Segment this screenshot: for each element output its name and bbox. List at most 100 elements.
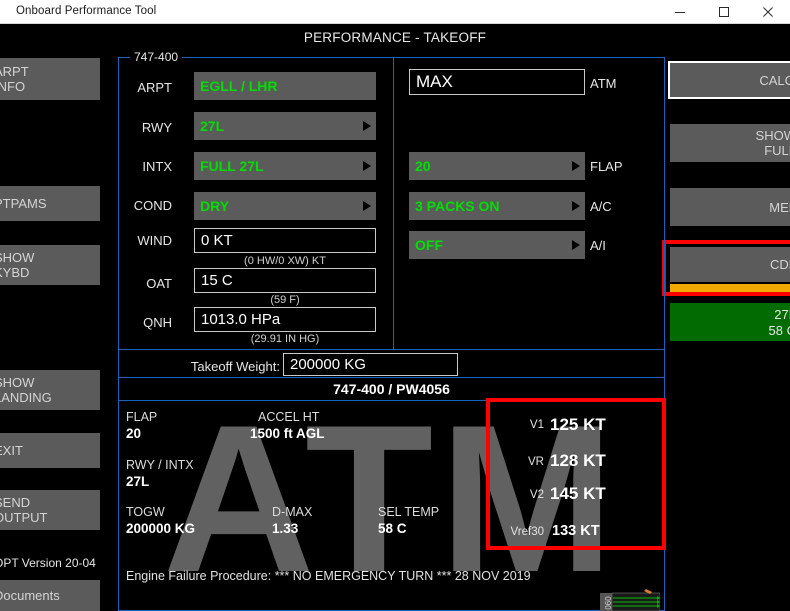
window-titlebar: Onboard Performance Tool xyxy=(0,0,790,24)
label-qnh: QNH xyxy=(143,315,172,330)
sidebar-item-arpt-info[interactable]: ARPT INFO xyxy=(0,58,100,100)
field-wind-sub: (0 HW/0 XW) KT xyxy=(244,255,326,267)
window-controls xyxy=(658,0,790,24)
field-oat-sub: (59 F) xyxy=(270,294,300,306)
sidebar-item-label: EXIT xyxy=(0,443,23,458)
field-oat[interactable]: 15 C xyxy=(194,268,376,293)
sidebar-item-label: LANDING xyxy=(0,390,52,405)
sidebar-item-label: CDL xyxy=(769,257,790,272)
field-wind-value: 0 KT xyxy=(201,232,233,249)
sidebar-item-show-landing[interactable]: SHOW LANDING xyxy=(0,370,100,410)
field-rwy[interactable]: 27L xyxy=(194,112,376,140)
status-line-runway: 27L xyxy=(774,307,790,322)
result-value-d-max: 1.33 xyxy=(272,521,299,536)
field-arpt[interactable]: EGLL / LHR xyxy=(194,72,376,100)
field-wind[interactable]: 0 KT xyxy=(194,228,376,253)
sidebar-item-label: Documents xyxy=(0,588,60,603)
vspeed-label-v2: V2 xyxy=(529,489,544,501)
result-value-rwy-intx: 27L xyxy=(126,474,150,489)
result-value-accel-ht: 1500 ft AGL xyxy=(250,426,325,441)
sidebar-item-exit[interactable]: EXIT xyxy=(0,433,100,468)
label-wind: WIND xyxy=(137,233,172,248)
field-qnh-value: 1013.0 HPa xyxy=(201,311,281,328)
vspeed-value-vr: 128 KT xyxy=(550,451,606,470)
results-title: 747-400 / PW4056 xyxy=(333,381,450,397)
aircraft-type-legend: 747-400 xyxy=(130,50,183,64)
cdl-status-bar xyxy=(670,284,790,292)
field-arpt-value: EGLL / LHR xyxy=(200,78,278,94)
chevron-right-icon[interactable] xyxy=(572,201,580,211)
sidebar-item-label: MEL xyxy=(769,199,790,215)
field-takeoff-weight[interactable]: 200000 KG xyxy=(283,353,458,376)
sidebar-item-cdl[interactable]: CDL xyxy=(670,247,790,282)
runway-diagram[interactable]: 060 xyxy=(600,589,661,611)
sidebar-item-label: PTPAMS xyxy=(0,196,47,211)
field-cond-value: DRY xyxy=(200,198,230,214)
sidebar-item-label: SHOW xyxy=(0,375,35,390)
label-oat: OAT xyxy=(146,276,172,291)
maximize-icon[interactable] xyxy=(702,0,746,24)
svg-text:060: 060 xyxy=(604,596,613,610)
result-caption-accel-ht: ACCEL HT xyxy=(258,410,320,424)
field-atm-value: MAX xyxy=(416,72,453,91)
label-rwy: RWY xyxy=(141,120,172,135)
runway-temp-status-box[interactable]: 27L 58 C xyxy=(670,303,790,341)
sidebar-item-show-kybd[interactable]: SHOW KYBD xyxy=(0,245,100,285)
label-takeoff-weight: Takeoff Weight: xyxy=(190,359,280,374)
app-window: Onboard Performance Tool PERFORMANCE - T… xyxy=(0,0,790,611)
page-title: PERFORMANCE - TAKEOFF xyxy=(303,29,487,45)
field-flap[interactable]: 20 xyxy=(409,152,585,180)
vspeed-label-vref30: Vref30 xyxy=(510,526,544,538)
field-intx[interactable]: FULL 27L xyxy=(194,152,376,180)
field-intx-value: FULL 27L xyxy=(200,158,264,174)
sidebar-item-label: CALC xyxy=(759,72,790,88)
vspeed-label-vr: VR xyxy=(528,456,544,468)
label-atm: ATM xyxy=(590,76,617,91)
chevron-right-icon[interactable] xyxy=(572,161,580,171)
vspeed-label-v1: V1 xyxy=(529,419,544,431)
sidebar-item-calc[interactable]: CALC xyxy=(668,61,790,99)
opt-version-label: OPT Version 20-04 xyxy=(0,556,96,570)
label-ac: A/C xyxy=(590,199,612,214)
vspeed-value-v1: 125 KT xyxy=(550,415,606,434)
sidebar-item-show-full[interactable]: SHOW FULL xyxy=(670,124,790,162)
sidebar-item-ptpams[interactable]: PTPAMS xyxy=(0,186,100,221)
close-icon[interactable] xyxy=(746,0,790,24)
chevron-right-icon[interactable] xyxy=(363,121,371,131)
field-atm[interactable]: MAX xyxy=(409,69,585,95)
result-caption-d-max: D-MAX xyxy=(272,505,313,519)
result-value-sel-temp: 58 C xyxy=(378,521,407,536)
field-cond[interactable]: DRY xyxy=(194,192,376,220)
sidebar-item-label: SHOW xyxy=(0,250,35,265)
sidebar-item-documents[interactable]: Documents xyxy=(0,580,100,611)
field-ac[interactable]: 3 PACKS ON xyxy=(409,192,585,220)
sidebar-item-label: OUTPUT xyxy=(0,510,48,525)
result-value-togw: 200000 KG xyxy=(126,521,196,536)
result-caption-flap: FLAP xyxy=(126,410,158,424)
label-flap: FLAP xyxy=(590,159,623,174)
sidebar-item-mel[interactable]: MEL xyxy=(670,188,790,226)
label-ai: A/I xyxy=(590,238,606,253)
sidebar-item-label: SEND xyxy=(0,495,31,510)
minimize-icon[interactable] xyxy=(658,0,702,24)
result-caption-sel-temp: SEL TEMP xyxy=(378,505,440,519)
panel-vertical-divider xyxy=(393,57,394,350)
field-qnh-sub: (29.91 IN HG) xyxy=(250,333,320,345)
sidebar-item-label: SHOW xyxy=(755,128,790,143)
chevron-right-icon[interactable] xyxy=(363,201,371,211)
label-intx: INTX xyxy=(142,159,172,174)
field-ac-value: 3 PACKS ON xyxy=(415,198,500,214)
sidebar-item-label: KYBD xyxy=(0,265,30,280)
vspeed-value-v2: 145 KT xyxy=(550,484,606,503)
sidebar-item-send-output[interactable]: SEND OUTPUT xyxy=(0,490,100,530)
label-arpt: ARPT xyxy=(137,80,172,95)
vspeed-value-vref30: 133 KT xyxy=(552,523,600,539)
chevron-right-icon[interactable] xyxy=(572,240,580,250)
field-ai[interactable]: OFF xyxy=(409,231,585,259)
field-ai-value: OFF xyxy=(415,237,443,253)
window-title: Onboard Performance Tool xyxy=(16,5,157,17)
sidebar-item-label: ARPT xyxy=(0,64,29,79)
field-qnh[interactable]: 1013.0 HPa xyxy=(194,307,376,332)
chevron-right-icon[interactable] xyxy=(363,161,371,171)
field-takeoff-weight-value: 200000 KG xyxy=(290,356,366,373)
